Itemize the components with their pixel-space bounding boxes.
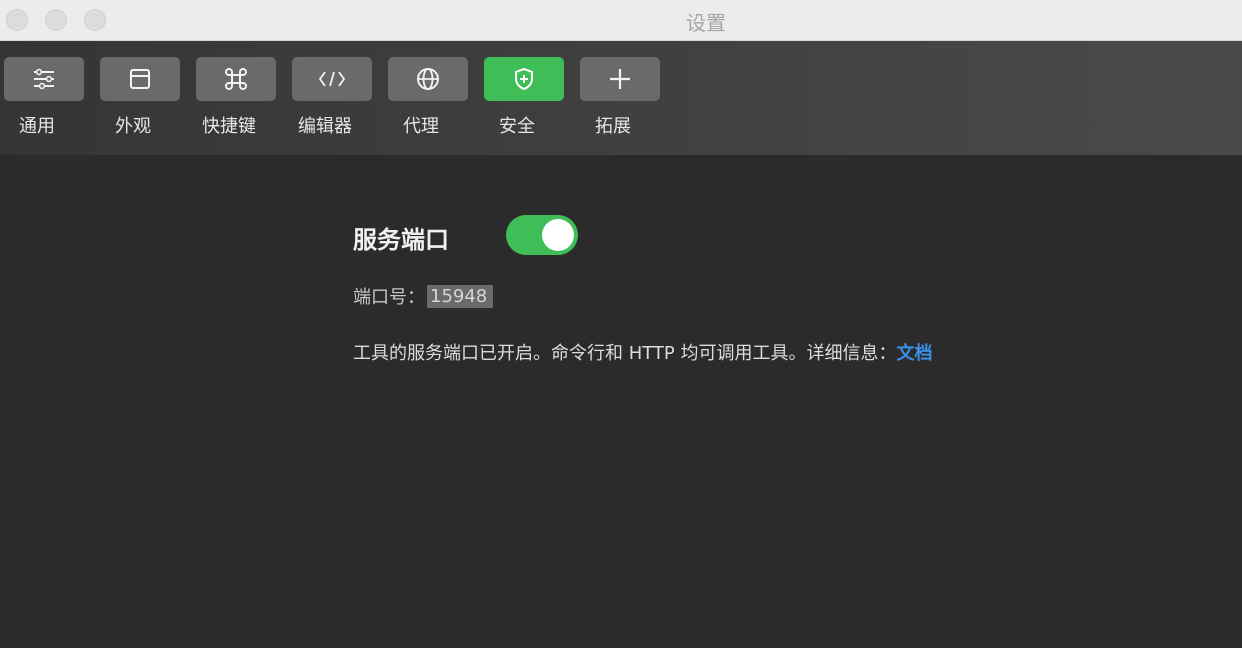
tab-proxy-label: 代理 — [403, 116, 439, 137]
tab-proxy-button[interactable] — [388, 57, 468, 101]
tab-general-label: 通用 — [19, 116, 55, 137]
tab-general[interactable]: 通用 — [4, 57, 84, 137]
docs-link[interactable]: 文档 — [897, 343, 933, 364]
shield-icon — [515, 67, 533, 91]
tab-appearance[interactable]: 外观 — [100, 57, 180, 137]
settings-window: 设置 通用 外观 快捷键 编辑器 代理 安全 拓展 服务端口 端口号： 1594… — [0, 0, 1242, 648]
service-port-description: 工具的服务端口已开启。命令行和 HTTP 均可调用工具。详细信息：文档 — [353, 339, 933, 365]
tab-shortcuts-label: 快捷键 — [202, 116, 256, 137]
title-bar: 设置 — [0, 0, 1242, 41]
globe-icon — [417, 68, 439, 90]
tab-general-button[interactable] — [4, 57, 84, 101]
tab-editor[interactable]: 编辑器 — [292, 57, 372, 137]
port-label: 端口号： — [353, 287, 425, 308]
window-icon — [130, 69, 150, 89]
tab-security-button[interactable] — [484, 57, 564, 101]
description-text: 工具的服务端口已开启。命令行和 HTTP 均可调用工具。详细信息： — [353, 343, 897, 364]
tab-extensions-button[interactable] — [580, 57, 660, 101]
security-panel: 服务端口 端口号： 15948 工具的服务端口已开启。命令行和 HTTP 均可调… — [0, 155, 1242, 648]
service-port-title: 服务端口 — [353, 226, 449, 254]
plus-icon — [610, 69, 630, 89]
service-port-toggle[interactable] — [506, 215, 578, 255]
port-row: 端口号： 15948 — [353, 283, 494, 309]
sliders-icon — [34, 68, 54, 90]
tab-shortcuts-button[interactable] — [196, 57, 276, 101]
settings-toolbar: 通用 外观 快捷键 编辑器 代理 安全 拓展 — [0, 41, 1242, 155]
tab-extensions-label: 拓展 — [595, 116, 631, 137]
command-key-icon — [225, 68, 247, 90]
tab-shortcuts[interactable]: 快捷键 — [196, 57, 276, 137]
tab-security-label: 安全 — [499, 116, 535, 137]
tab-extensions[interactable]: 拓展 — [580, 57, 660, 137]
tab-proxy[interactable]: 代理 — [388, 57, 468, 137]
window-title: 设置 — [686, 11, 726, 35]
code-icon — [318, 71, 346, 87]
tab-editor-label: 编辑器 — [298, 116, 352, 137]
toggle-knob — [542, 219, 574, 251]
tab-appearance-button[interactable] — [100, 57, 180, 101]
tab-editor-button[interactable] — [292, 57, 372, 101]
tab-appearance-label: 外观 — [115, 116, 151, 137]
tab-security[interactable]: 安全 — [484, 57, 564, 137]
port-number-field[interactable]: 15948 — [427, 284, 494, 308]
